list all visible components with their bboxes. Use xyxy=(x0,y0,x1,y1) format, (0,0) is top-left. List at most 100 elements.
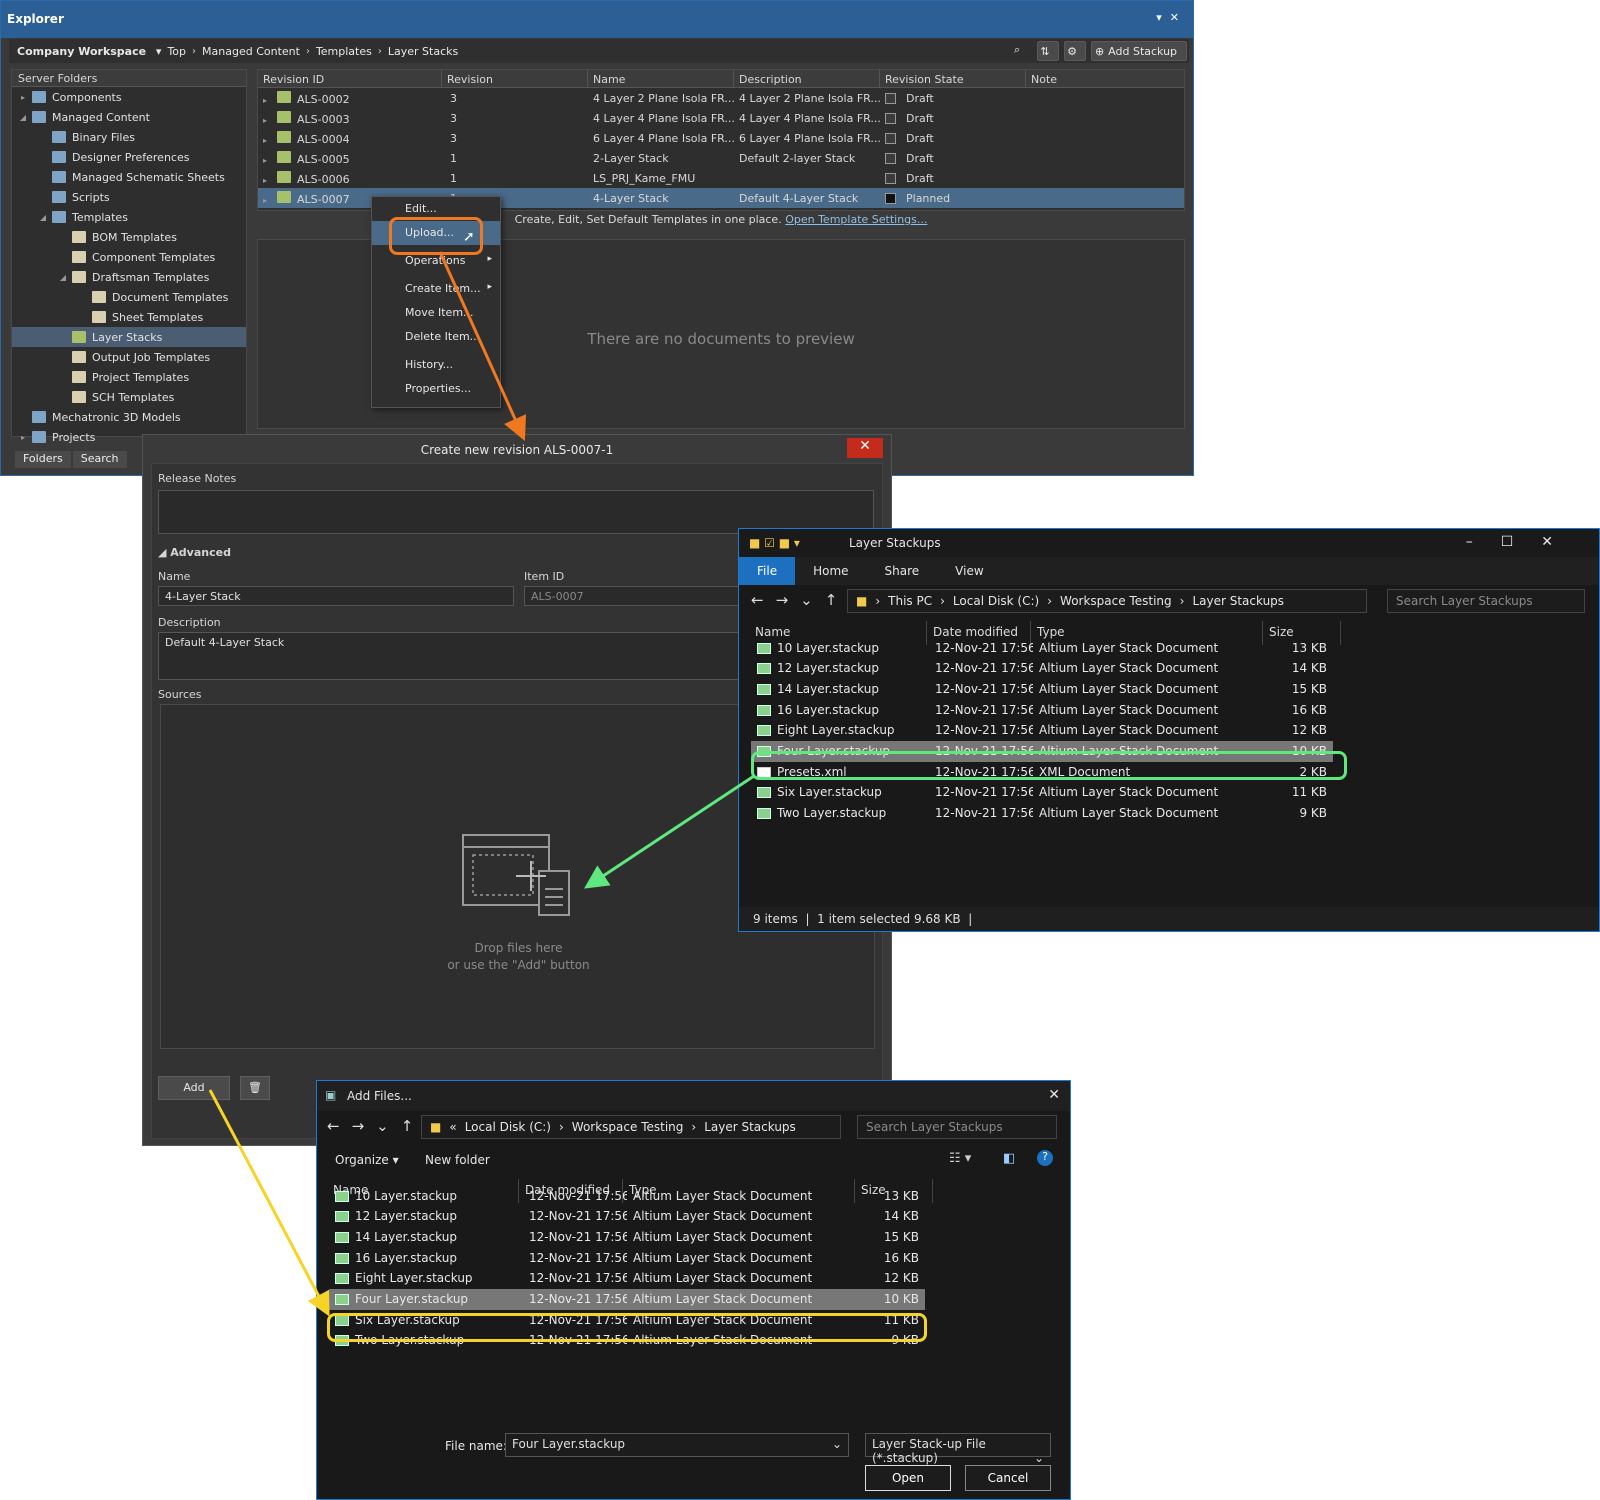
add-button[interactable]: Add xyxy=(158,1076,230,1100)
tab-home[interactable]: Home xyxy=(795,557,866,585)
list-item[interactable]: 16 Layer.stackup 12-Nov-21 17:56 Altium La… xyxy=(751,699,1333,720)
tree-item[interactable]: Project Templates xyxy=(12,367,246,387)
organize-menu[interactable]: Organize ▾ xyxy=(335,1153,399,1167)
list-item[interactable]: 12 Layer.stackup 12-Nov-21 17:56 Altium La… xyxy=(329,1206,925,1227)
tree-item[interactable]: SCH Templates xyxy=(12,387,246,407)
path-layer-stackups[interactable]: Layer Stackups xyxy=(704,1120,796,1134)
menu-item[interactable]: Delete Item... xyxy=(372,325,500,349)
search-input[interactable]: Search Layer Stackups xyxy=(1387,589,1585,613)
workspace-selector[interactable]: Company Workspace ▾ xyxy=(17,45,161,58)
tab-view[interactable]: View xyxy=(937,557,1001,585)
help-icon[interactable]: ? xyxy=(1037,1150,1053,1166)
col-note[interactable]: Note xyxy=(1026,70,1176,87)
tree-item[interactable]: ◢ Draftsman Templates xyxy=(12,267,246,287)
stackup-file-icon xyxy=(757,787,771,799)
path-workspace[interactable]: Workspace Testing xyxy=(1060,594,1172,608)
window-controls[interactable]: –☐✕ xyxy=(1466,534,1581,550)
name-input[interactable]: 4-Layer Stack xyxy=(158,586,514,606)
tree-item[interactable]: Binary Files xyxy=(12,127,246,147)
file-name-input[interactable]: Four Layer.stackup ⌄ xyxy=(505,1433,849,1457)
path-this-pc[interactable]: This PC xyxy=(888,594,932,608)
close-icon[interactable]: ✕ xyxy=(1048,1087,1060,1103)
expander-icon[interactable]: ▸ xyxy=(18,433,28,442)
list-item[interactable]: 10 Layer.stackup 12-Nov-21 17:56 Altium La… xyxy=(329,1185,925,1206)
preview-pane-icon[interactable]: ◧ xyxy=(1003,1151,1015,1166)
breadcrumb-templates[interactable]: Templates xyxy=(316,45,372,58)
tab-share[interactable]: Share xyxy=(867,557,938,585)
tree-item[interactable]: ▸ Components xyxy=(12,87,246,107)
search-icon[interactable]: ⌕ xyxy=(1014,43,1020,57)
tree-item[interactable]: Scripts xyxy=(12,187,246,207)
tree-item[interactable]: Mechatronic 3D Models xyxy=(12,407,246,427)
windows-explorer-window: ■ ☑ ■ ▾ Layer Stackups –☐✕ File Home Sha… xyxy=(738,528,1600,932)
table-row[interactable]: ▸ ALS-0002 3 4 Layer 2 Plane Isola FR... 4 L… xyxy=(258,88,1184,108)
refresh-button[interactable]: ⇅ xyxy=(1037,41,1059,61)
path-local-disk[interactable]: Local Disk (C:) xyxy=(953,594,1039,608)
tab-search[interactable]: Search xyxy=(72,451,127,468)
nav-arrows[interactable]: ←→⌄↑ xyxy=(751,591,849,609)
col-description[interactable]: Description xyxy=(734,70,880,87)
dialog-close-button[interactable]: ✕ xyxy=(847,438,883,458)
path-workspace[interactable]: Workspace Testing xyxy=(572,1120,684,1134)
nav-arrows[interactable]: ←→⌄↑ xyxy=(327,1117,425,1135)
list-item[interactable]: Six Layer.stackup 12-Nov-21 17:56 Altium L… xyxy=(751,782,1333,803)
col-revision-id[interactable]: Revision ID xyxy=(258,70,442,87)
tree-item[interactable]: ◢ Managed Content xyxy=(12,107,246,127)
breadcrumb-managed[interactable]: Managed Content xyxy=(202,45,300,58)
list-item[interactable]: Eight Layer.stackup 12-Nov-21 17:56 Altium… xyxy=(751,720,1333,741)
path-layer-stackups[interactable]: Layer Stackups xyxy=(1192,594,1284,608)
add-stackup-button[interactable]: ⊕ Add Stackup xyxy=(1091,41,1187,61)
tree-item[interactable]: Component Templates xyxy=(12,247,246,267)
address-bar[interactable]: ■ « Local Disk (C:) › Workspace Testing › … xyxy=(421,1115,841,1139)
view-options-icon[interactable]: ☷ ▾ xyxy=(949,1151,971,1166)
tree-item[interactable]: Layer Stacks xyxy=(12,327,246,347)
tree-item[interactable]: Document Templates xyxy=(12,287,246,307)
list-item[interactable]: 16 Layer.stackup 12-Nov-21 17:56 Altium La… xyxy=(329,1247,925,1268)
menu-item[interactable]: Properties... xyxy=(372,377,500,401)
list-item[interactable]: 14 Layer.stackup 12-Nov-21 17:56 Altium La… xyxy=(329,1226,925,1247)
tree-item[interactable]: Sheet Templates xyxy=(12,307,246,327)
tab-file[interactable]: File xyxy=(739,557,796,585)
table-row[interactable]: ▸ ALS-0006 1 LS_PRJ_Kame_FMU Draft xyxy=(258,168,1184,188)
tab-folders[interactable]: Folders xyxy=(15,451,71,468)
expander-icon[interactable]: ◢ xyxy=(18,113,28,122)
tree-item[interactable]: Managed Schematic Sheets xyxy=(12,167,246,187)
search-input[interactable]: Search Layer Stackups xyxy=(857,1115,1057,1139)
col-revision-state[interactable]: Revision State xyxy=(880,70,1026,87)
menu-item[interactable]: History... xyxy=(372,353,500,377)
path-local-disk[interactable]: Local Disk (C:) xyxy=(465,1120,551,1134)
expander-icon[interactable]: ▸ xyxy=(18,93,28,102)
dropdown-icon[interactable]: ▾ xyxy=(1156,11,1170,24)
expander-icon[interactable]: ◢ xyxy=(38,213,48,222)
tree-item[interactable]: ◢ Templates xyxy=(12,207,246,227)
settings-button[interactable]: ⚙ xyxy=(1064,41,1086,61)
list-item[interactable]: Eight Layer.stackup 12-Nov-21 17:56 Altium… xyxy=(329,1268,925,1289)
advanced-section[interactable]: ◢ Advanced xyxy=(158,546,231,559)
cancel-button[interactable]: Cancel xyxy=(965,1465,1051,1491)
tree-item[interactable]: Designer Preferences xyxy=(12,147,246,167)
list-item[interactable]: 10 Layer.stackup 12-Nov-21 17:56 Altium La… xyxy=(751,637,1333,658)
delete-button[interactable]: 🗑 xyxy=(240,1076,270,1100)
col-revision[interactable]: Revision xyxy=(442,70,588,87)
list-item[interactable]: 14 Layer.stackup 12-Nov-21 17:56 Altium La… xyxy=(751,678,1333,699)
list-item[interactable]: 12 Layer.stackup 12-Nov-21 17:56 Altium La… xyxy=(751,658,1333,679)
close-icon[interactable]: ✕ xyxy=(1170,11,1187,24)
table-row[interactable]: ▸ ALS-0003 3 4 Layer 4 Plane Isola FR... 4 L… xyxy=(258,108,1184,128)
table-row[interactable]: ▸ ALS-0004 3 6 Layer 4 Plane Isola FR... 6 L… xyxy=(258,128,1184,148)
table-row[interactable]: ▸ ALS-0005 1 2-Layer Stack Default 2-layer S… xyxy=(258,148,1184,168)
list-item[interactable]: Four Layer.stackup 12-Nov-21 17:56 Altium … xyxy=(329,1288,925,1310)
breadcrumb-layer-stacks[interactable]: Layer Stacks xyxy=(388,45,458,58)
open-template-settings-link[interactable]: Open Template Settings... xyxy=(785,213,927,226)
col-name[interactable]: Name xyxy=(588,70,734,87)
breadcrumb-top[interactable]: Top xyxy=(167,45,186,58)
tree-item[interactable]: Output Job Templates xyxy=(12,347,246,367)
new-folder-button[interactable]: New folder xyxy=(425,1153,490,1167)
open-button[interactable]: Open xyxy=(865,1465,951,1491)
tree-item[interactable]: BOM Templates xyxy=(12,227,246,247)
file-type-select[interactable]: Layer Stack-up File (*.stackup) ⌄ xyxy=(865,1433,1051,1465)
expander-icon[interactable]: ◢ xyxy=(58,273,68,282)
menu-item[interactable]: Create Item... ▸ xyxy=(372,277,500,301)
menu-item[interactable]: Move Item... xyxy=(372,301,500,325)
list-item[interactable]: Two Layer.stackup 12-Nov-21 17:56 Altium L… xyxy=(751,803,1333,824)
address-bar[interactable]: ■ › This PC › Local Disk (C:) › Workspace T… xyxy=(847,589,1367,613)
